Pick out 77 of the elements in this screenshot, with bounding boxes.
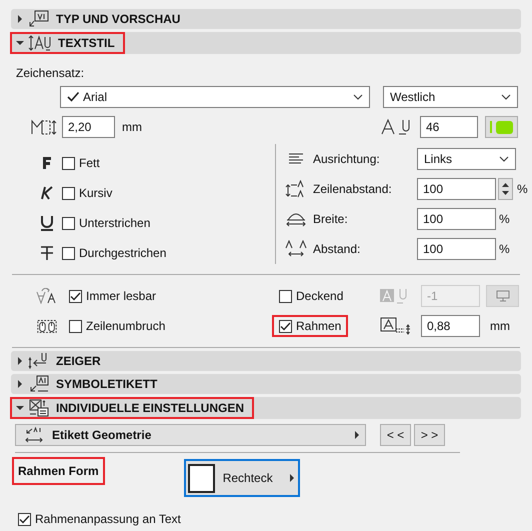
chevron-icon bbox=[501, 94, 511, 100]
arrow-icon bbox=[18, 357, 22, 365]
arrow-icon bbox=[16, 406, 24, 410]
checkbox-label: Rahmenanpassung an Text bbox=[35, 512, 181, 526]
shape-selector[interactable]: Rechteck bbox=[184, 459, 300, 497]
unit: % bbox=[499, 212, 510, 226]
unit: % bbox=[517, 182, 528, 196]
spacing-icon bbox=[285, 240, 307, 258]
checkbox-label: Zeilenumbruch bbox=[86, 319, 166, 333]
label-icon bbox=[28, 375, 50, 393]
spinner-icon[interactable] bbox=[498, 178, 513, 200]
arrow-icon bbox=[355, 431, 359, 439]
section-label: Rahmen Form bbox=[12, 457, 105, 485]
checkbox-label: Deckend bbox=[296, 289, 344, 303]
checkbox-label: Rahmen bbox=[296, 319, 342, 333]
settings-icon bbox=[28, 399, 50, 417]
checkbox-label: Fett bbox=[79, 156, 100, 170]
line-break-icon bbox=[36, 317, 58, 335]
input-field[interactable]: 2,20 bbox=[62, 116, 115, 138]
unit: % bbox=[499, 242, 510, 256]
page-title: Etikett Geometrie bbox=[52, 428, 152, 442]
checkbox-label: Kursiv bbox=[79, 186, 112, 200]
checkbox-label: Durchgestrichen bbox=[79, 246, 166, 260]
checkbox[interactable] bbox=[18, 512, 31, 526]
readable-icon bbox=[36, 288, 58, 304]
next-button[interactable]: > > bbox=[414, 424, 445, 446]
chevron-icon bbox=[353, 94, 363, 100]
input-field[interactable]: 0,88 bbox=[421, 315, 480, 337]
section-header[interactable]: INDIVIDUELLE EINSTELLUNGEN bbox=[10, 397, 254, 419]
bold-icon bbox=[41, 156, 53, 170]
arrow-icon bbox=[290, 474, 294, 482]
unit: mm bbox=[490, 319, 510, 333]
checkbox-label: Unterstrichen bbox=[79, 216, 150, 230]
field-label: Zeichensatz: bbox=[16, 66, 86, 82]
input-field[interactable]: 100 bbox=[417, 238, 496, 260]
checkbox[interactable] bbox=[69, 320, 82, 332]
input-field[interactable]: 100 bbox=[417, 208, 496, 230]
text-size-icon bbox=[30, 118, 58, 136]
page-selector[interactable]: Etikett Geometrie bbox=[15, 424, 366, 446]
arrow-icon bbox=[16, 41, 24, 45]
checkbox[interactable] bbox=[62, 156, 75, 170]
checkbox[interactable] bbox=[69, 290, 82, 302]
strikethrough-icon bbox=[40, 245, 54, 261]
chevron-icon bbox=[499, 156, 509, 162]
checkbox[interactable] bbox=[62, 186, 75, 200]
rectangle-icon bbox=[188, 464, 215, 492]
section-header[interactable]: SYMBOLETIKETT bbox=[10, 374, 168, 394]
input-field[interactable]: 100 bbox=[417, 178, 496, 200]
field-label: Zeilenabstand: bbox=[312, 182, 393, 196]
checkbox[interactable] bbox=[279, 320, 292, 332]
field-label: Breite: bbox=[312, 212, 349, 226]
field-label: Ausrichtung: bbox=[312, 152, 381, 166]
label-geometry-icon bbox=[24, 426, 44, 444]
pen-color-button[interactable] bbox=[485, 116, 518, 138]
charset-dropdown[interactable]: Westlich bbox=[383, 86, 518, 108]
input-field[interactable]: 46 bbox=[420, 116, 478, 138]
checkbox[interactable] bbox=[62, 246, 75, 260]
field-label: Abstand: bbox=[312, 242, 362, 256]
text-style-icon bbox=[28, 34, 52, 52]
monitor-icon bbox=[496, 290, 510, 302]
section-header[interactable]: ZEIGER bbox=[10, 351, 111, 371]
arrow-icon bbox=[18, 15, 22, 23]
unit: mm bbox=[122, 120, 142, 134]
italic-icon bbox=[41, 186, 53, 200]
checkbox[interactable] bbox=[62, 216, 75, 230]
font-dropdown[interactable]: Arial bbox=[60, 86, 370, 108]
checkbox[interactable] bbox=[279, 290, 292, 302]
align-icon bbox=[288, 153, 304, 165]
arrow-icon bbox=[18, 380, 22, 388]
section-header[interactable]: TYP UND VORSCHAU bbox=[10, 9, 190, 29]
width-icon bbox=[285, 211, 307, 227]
underline-icon bbox=[40, 215, 54, 231]
section-header[interactable]: TEXTSTIL bbox=[10, 32, 125, 54]
previous-button[interactable]: < < bbox=[380, 424, 411, 446]
checkbox-label: Immer lesbar bbox=[86, 289, 156, 303]
alignment-dropdown[interactable]: Links bbox=[417, 148, 516, 170]
label-icon bbox=[28, 10, 50, 28]
